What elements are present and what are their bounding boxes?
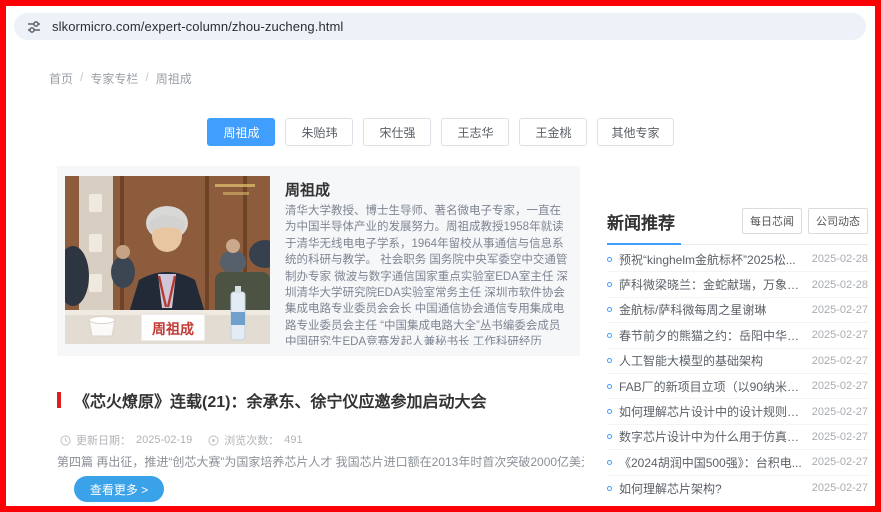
bullet-icon <box>607 434 612 439</box>
tab-other-experts[interactable]: 其他专家 <box>597 118 673 146</box>
breadcrumb-expert-column[interactable]: 专家专栏 <box>90 70 138 87</box>
news-sidebar: 新闻推荐 每日芯闻 公司动态 预祝“kinghelm金航标杯”2025松... … <box>607 208 868 501</box>
breadcrumb-home[interactable]: 首页 <box>49 70 73 87</box>
news-item[interactable]: 如何理解芯片设计中的设计规则检... 2025-02-27 <box>607 399 868 424</box>
breadcrumb: 首页 / 专家专栏 / 周祖成 <box>49 70 192 87</box>
expert-tabs: 周祖成 朱贻玮 宋仕强 王志华 王金桃 其他专家 <box>6 118 875 146</box>
expert-profile-card: 周祖成 周祖成 清华大学教授、博士生导师、著名微电子专家，一直在为中国半导体产业… <box>57 166 580 356</box>
expert-photo: 周祖成 <box>65 176 270 344</box>
expert-name: 周祖成 <box>285 179 330 200</box>
bullet-icon <box>607 384 612 389</box>
news-item[interactable]: 《2024胡润中国500强》：台积电... 2025-02-27 <box>607 450 868 475</box>
tab-song-shiqiang[interactable]: 宋仕强 <box>363 118 431 146</box>
views-icon <box>208 435 219 446</box>
site-settings-icon[interactable] <box>26 19 42 35</box>
expert-bio: 清华大学教授、博士生导师、著名微电子专家，一直在为中国半导体产业的发展努力。周祖… <box>285 203 571 345</box>
title-accent-bar <box>57 392 61 408</box>
bullet-icon <box>607 409 612 414</box>
news-section-title: 新闻推荐 <box>607 209 675 234</box>
update-date-label: 更新日期： <box>76 432 131 448</box>
bullet-icon <box>607 333 612 338</box>
url-bar[interactable]: slkormicro.com/expert-column/zhou-zuchen… <box>14 13 866 40</box>
breadcrumb-current: 周祖成 <box>156 70 192 87</box>
tab-wang-jintao[interactable]: 王金桃 <box>519 118 587 146</box>
update-date-value: 2025-02-19 <box>136 434 192 446</box>
article-title[interactable]: 《芯火燎原》连载(21)：余承东、徐宁仪应邀参加启动大会 <box>74 388 486 412</box>
article-meta: 更新日期： 2025-02-19 浏览次数： 491 <box>60 432 303 448</box>
news-tab-daily[interactable]: 每日芯闻 <box>742 208 802 234</box>
photo-name-card: 周祖成 <box>152 321 194 337</box>
url-text[interactable]: slkormicro.com/expert-column/zhou-zuchen… <box>52 19 343 34</box>
news-list: 预祝“kinghelm金航标杯”2025松... 2025-02-28 萨科微梁… <box>607 247 868 501</box>
tab-zhu-yiwei[interactable]: 朱贻玮 <box>285 118 353 146</box>
tab-wang-zhihua[interactable]: 王志华 <box>441 118 509 146</box>
news-item[interactable]: 数字芯片设计中为什么用于仿真和... 2025-02-27 <box>607 425 868 450</box>
view-more-button[interactable]: 查看更多 > <box>74 476 164 502</box>
page: { "browser": { "url": "slkormicro.com/ex… <box>0 0 881 512</box>
news-item[interactable]: FAB厂的新项目立项（以90纳米技... 2025-02-27 <box>607 374 868 399</box>
article-title-row: 《芯火燎原》连载(21)：余承东、徐宁仪应邀参加启动大会 <box>57 388 486 412</box>
news-item[interactable]: 预祝“kinghelm金航标杯”2025松... 2025-02-28 <box>607 247 868 272</box>
bullet-icon <box>607 307 612 312</box>
breadcrumb-separator: / <box>145 70 148 87</box>
title-underline <box>607 243 681 245</box>
views-label: 浏览次数： <box>224 432 279 448</box>
bullet-icon <box>607 257 612 262</box>
news-item[interactable]: 春节前夕的熊猫之约：岳阳中华大... 2025-02-27 <box>607 323 868 348</box>
article-excerpt: 第四篇 再出征，推进“创芯大赛”为国家培养芯片人才 我国芯片进口额在2013年时… <box>57 453 584 470</box>
news-item[interactable]: 金航标/萨科微每周之星谢琳 2025-02-27 <box>607 298 868 323</box>
news-item[interactable]: 萨科微梁晓兰：金蛇献瑞，万象启新 2025-02-28 <box>607 272 868 297</box>
views-value: 491 <box>284 434 302 446</box>
news-item[interactable]: 人工智能大模型的基础架构 2025-02-27 <box>607 349 868 374</box>
news-tab-company[interactable]: 公司动态 <box>808 208 868 234</box>
tab-zhou-zucheng[interactable]: 周祖成 <box>207 118 275 146</box>
news-header: 新闻推荐 每日芯闻 公司动态 <box>607 208 868 245</box>
bullet-icon <box>607 358 612 363</box>
bullet-icon <box>607 460 612 465</box>
news-tabs: 每日芯闻 公司动态 <box>742 208 868 234</box>
bullet-icon <box>607 282 612 287</box>
breadcrumb-separator: / <box>80 70 83 87</box>
news-item[interactable]: 如何理解芯片架构? 2025-02-27 <box>607 476 868 501</box>
clock-icon <box>60 435 71 446</box>
bullet-icon <box>607 486 612 491</box>
